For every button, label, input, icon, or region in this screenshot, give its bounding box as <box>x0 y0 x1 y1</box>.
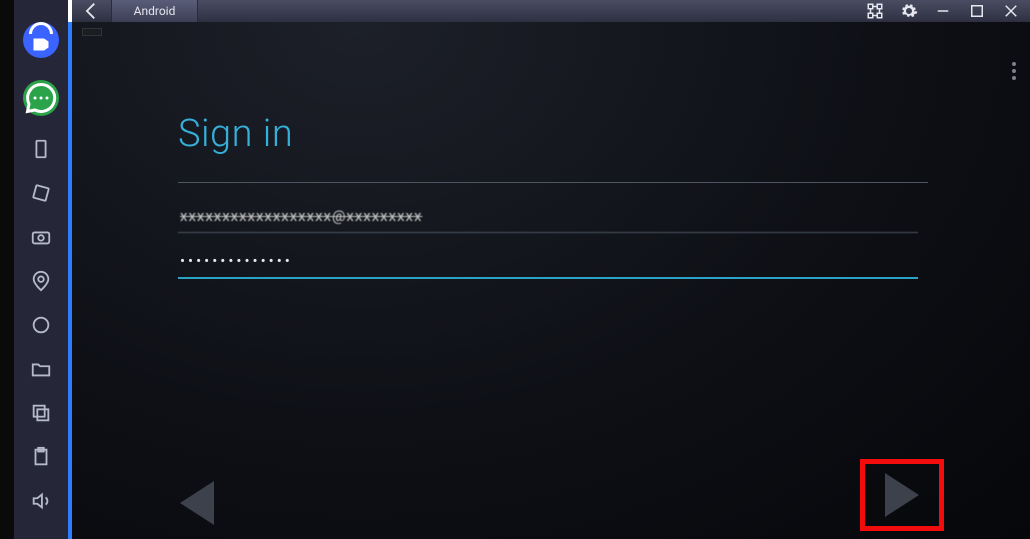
password-field[interactable] <box>178 245 918 279</box>
page-title: Sign in <box>178 112 928 156</box>
prev-arrow-button[interactable] <box>180 481 214 525</box>
rotate-icon[interactable] <box>30 182 52 204</box>
maximize-icon[interactable] <box>968 2 986 20</box>
tab-label: Android <box>134 4 176 18</box>
folder-icon[interactable] <box>30 358 52 380</box>
email-field[interactable] <box>178 199 918 233</box>
window-controls <box>866 0 1030 22</box>
android-status-bar <box>82 28 102 36</box>
window-left-edge <box>0 0 14 539</box>
android-viewport: Sign in <box>72 22 1030 539</box>
apk-icon[interactable] <box>30 314 52 336</box>
back-button[interactable] <box>72 0 112 22</box>
title-bar: Android <box>72 0 1030 22</box>
volume-icon[interactable] <box>30 490 52 512</box>
copy-icon[interactable] <box>30 402 52 424</box>
bluestacks-sidebar <box>14 0 68 539</box>
emulator-outer: Android <box>72 0 1030 539</box>
location-icon[interactable] <box>30 270 52 292</box>
title-divider <box>178 182 928 183</box>
next-arrow-button[interactable] <box>885 473 919 517</box>
camera-wifi-icon[interactable] <box>23 22 59 58</box>
clipboard-icon[interactable] <box>30 446 52 468</box>
tab-android[interactable]: Android <box>112 0 198 22</box>
chat-icon[interactable] <box>23 80 59 116</box>
app-layout-icon[interactable] <box>866 2 884 20</box>
gear-icon[interactable] <box>900 2 918 20</box>
snapshot-icon[interactable] <box>30 226 52 248</box>
next-arrow-highlight <box>860 459 944 531</box>
close-icon[interactable] <box>1002 2 1020 20</box>
minimize-icon[interactable] <box>934 2 952 20</box>
device-icon[interactable] <box>30 138 52 160</box>
overflow-menu-button[interactable] <box>1012 62 1016 80</box>
signin-form: Sign in <box>178 112 928 279</box>
